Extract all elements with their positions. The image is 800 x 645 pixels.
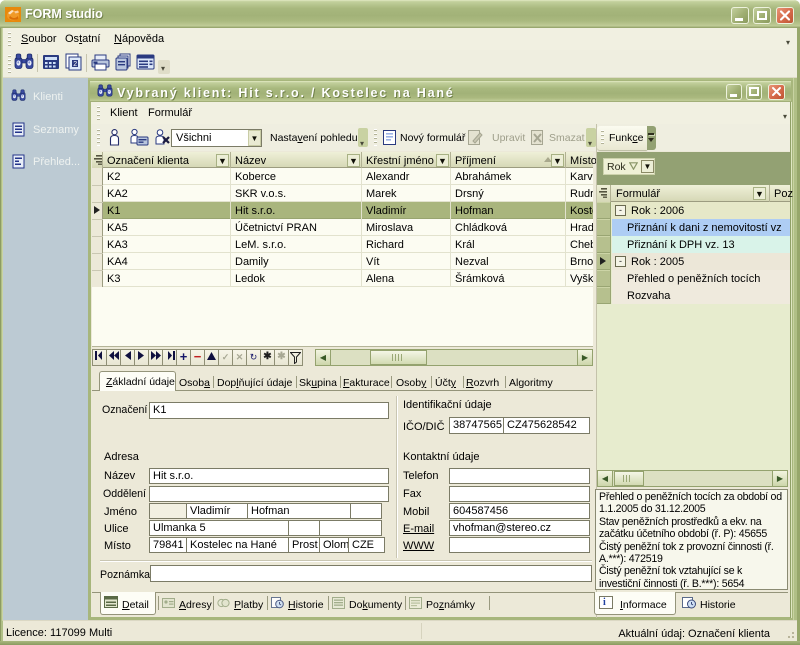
svg-text:2: 2 bbox=[73, 61, 77, 68]
